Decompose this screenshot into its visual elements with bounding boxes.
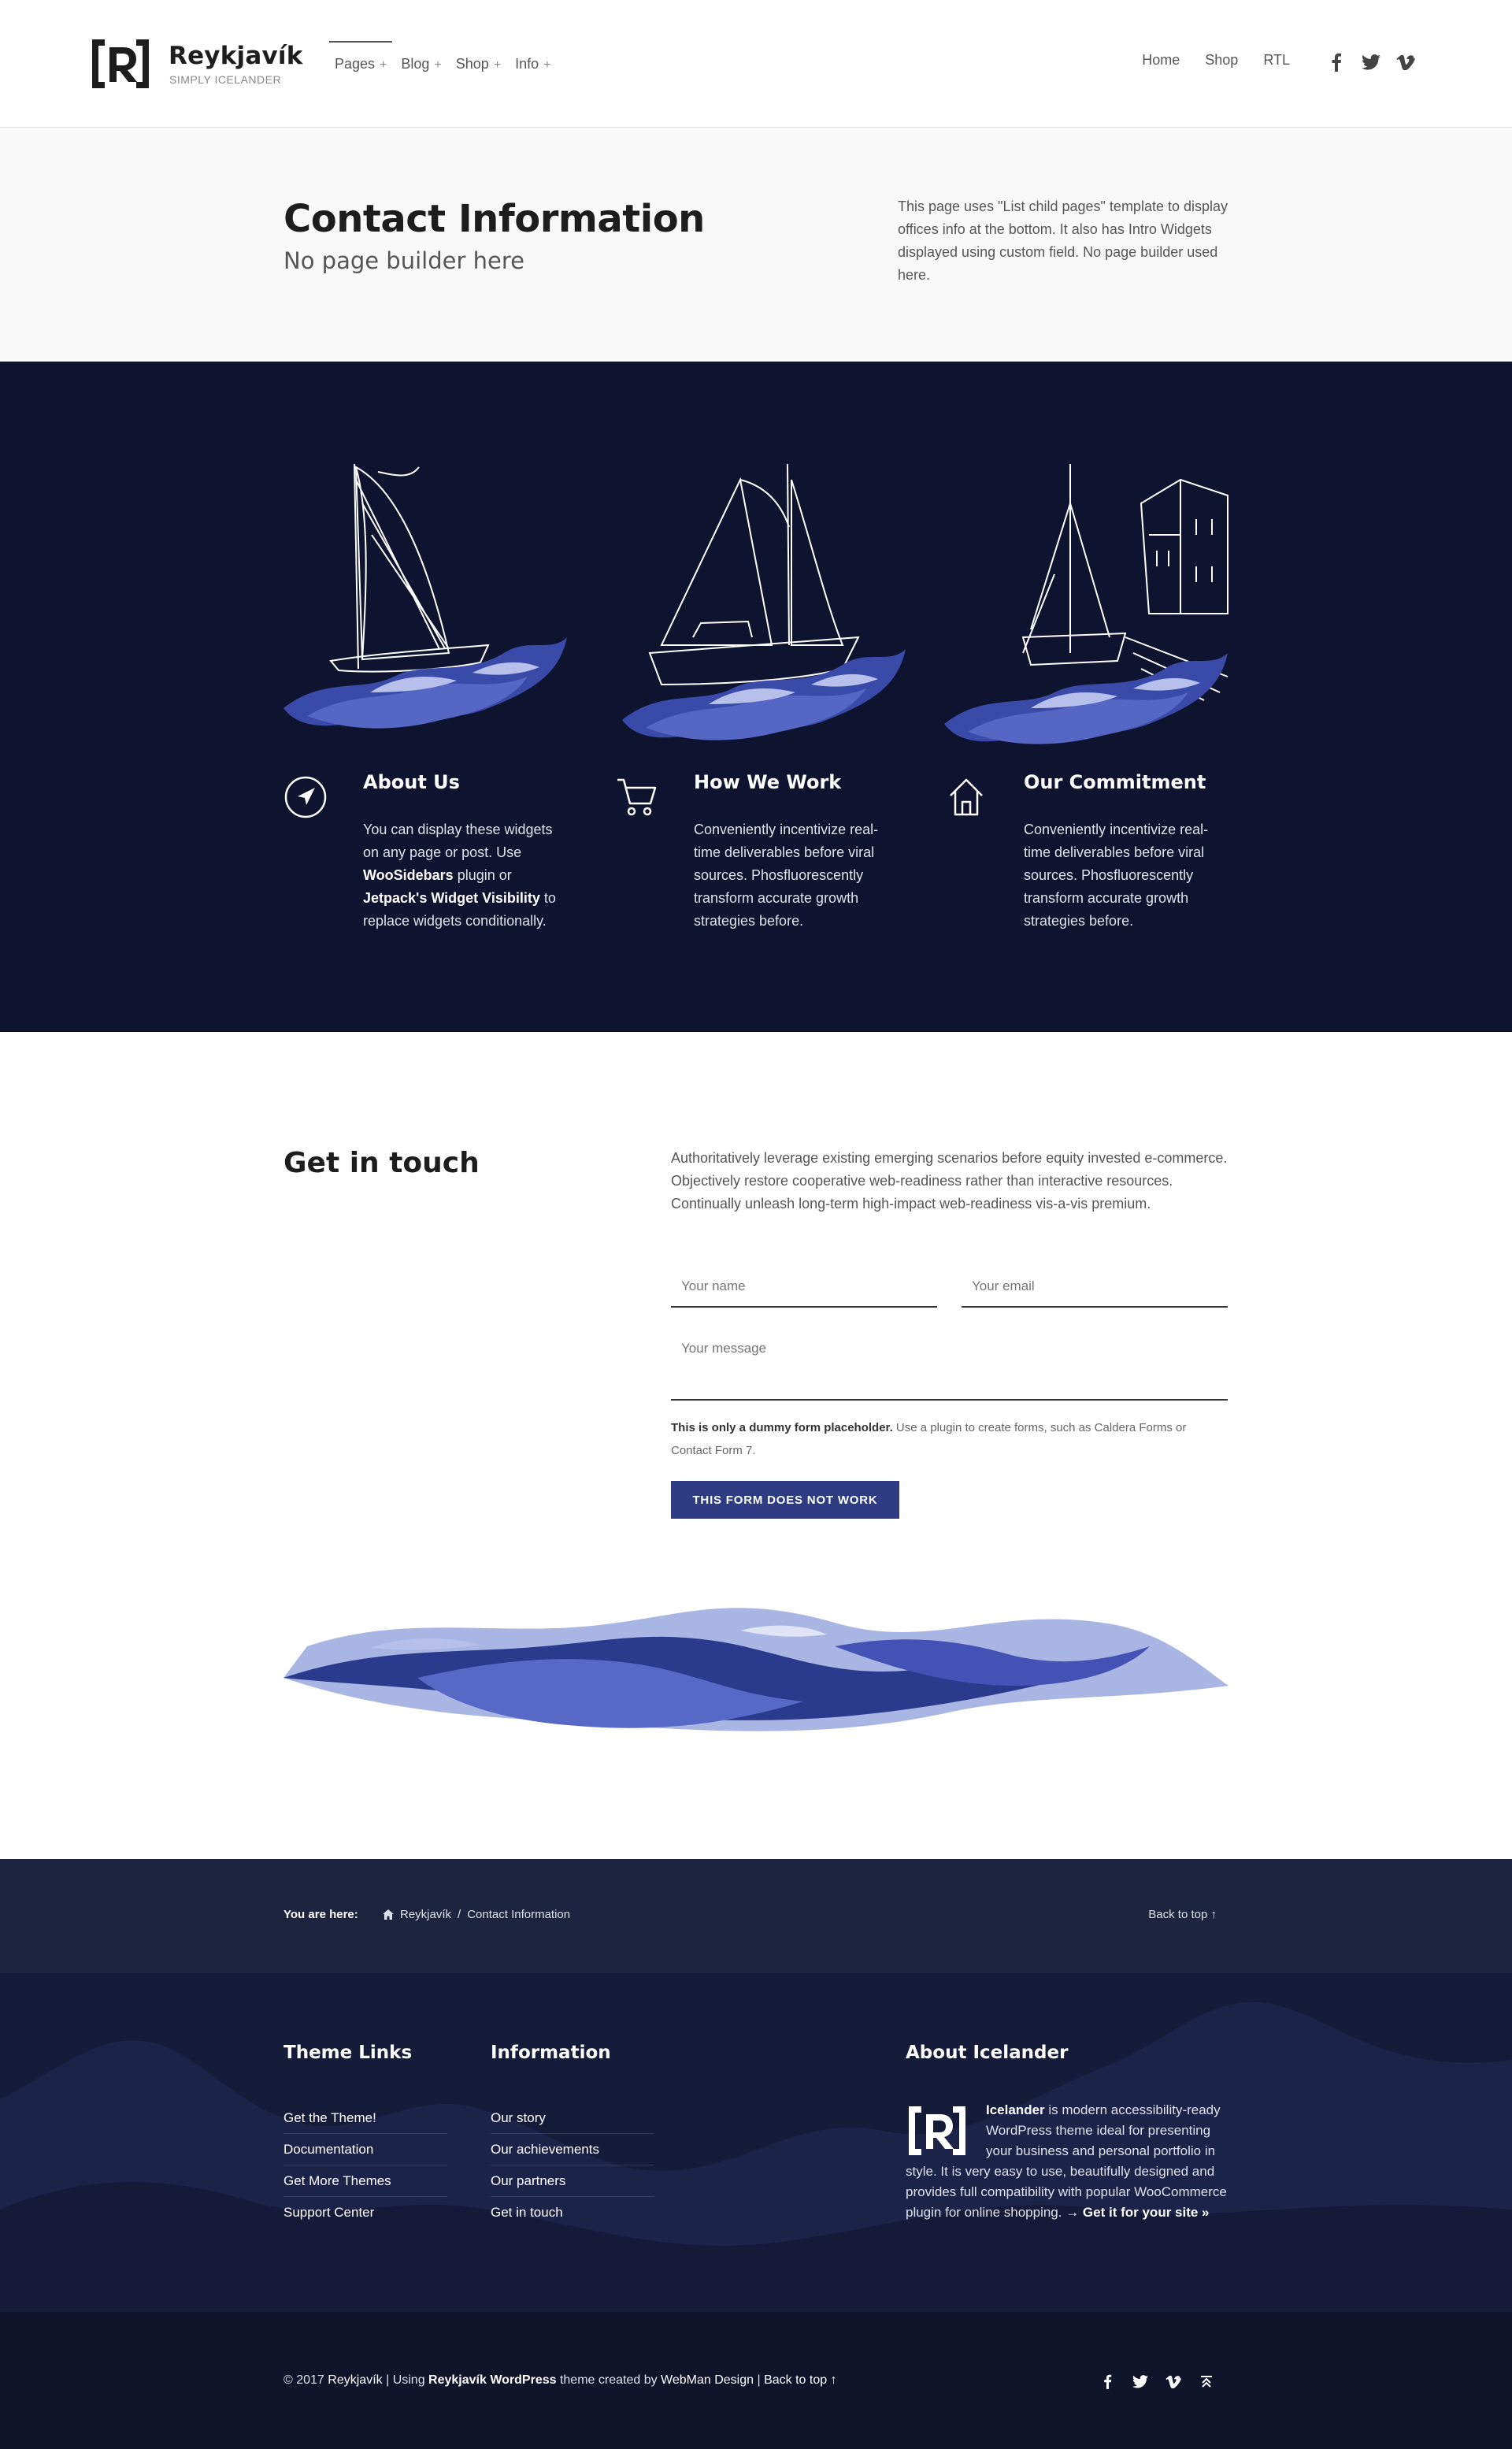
message-field[interactable] (671, 1330, 1228, 1401)
woosidebars-link[interactable]: WooSidebars (363, 867, 454, 883)
feature-text: You can display these widgets on any pag… (363, 822, 556, 929)
contact-section: Get in touch Authoritatively leverage ex… (0, 1032, 1512, 1859)
nav-label: Blog (401, 56, 430, 72)
nav-label: Info (515, 56, 539, 72)
header-social-links (1325, 50, 1418, 74)
copyright-text: © 2017 Reykjavík | Using Reykjavík WordP… (284, 2373, 837, 2387)
site-link[interactable]: Reykjavík (328, 2373, 382, 2387)
footer-link[interactable]: Get in touch (491, 2205, 563, 2220)
footer-link[interactable]: Our partners (491, 2173, 565, 2188)
feature-text: Conveniently incentivize real-time deliv… (1024, 822, 1209, 929)
nav-item-shop[interactable]: Shop + (450, 41, 506, 87)
breadcrumb-current: Contact Information (467, 1908, 571, 1921)
contact-lead: Authoritatively leverage existing emergi… (671, 1150, 1228, 1212)
footer-link[interactable]: Get the Theme! (284, 2110, 376, 2125)
primary-nav: Pages + Blog + Shop + Info + (329, 41, 560, 87)
harbor-illustration (944, 464, 1228, 744)
theme-link[interactable]: Reykjavík WordPress (428, 2373, 556, 2387)
facebook-icon[interactable] (1096, 2370, 1118, 2392)
secondary-nav-shop[interactable]: Shop (1205, 52, 1238, 69)
feature-title: Our Commitment (1024, 771, 1206, 793)
site-title[interactable]: Reykjavík (169, 42, 303, 70)
feature-title: How We Work (694, 771, 842, 793)
footer-link[interactable]: Our story (491, 2110, 546, 2125)
footer-link[interactable]: Our achievements (491, 2142, 599, 2157)
facebook-icon[interactable] (1325, 50, 1348, 74)
footer-heading: About Icelander (906, 2043, 1069, 2063)
breadcrumb: Reykjavík / Contact Information (383, 1908, 570, 1921)
page-title: Contact Information (284, 197, 705, 241)
sailboat-illustration (284, 463, 567, 729)
shopping-cart-icon (617, 778, 657, 816)
site-header: Reykjavík SIMPLY ICELANDER Pages + Blog + … (0, 0, 1512, 128)
footer-link[interactable]: Support Center (284, 2205, 374, 2220)
breadcrumb-home[interactable]: Reykjavík (400, 1908, 451, 1921)
expand-icon: + (493, 58, 502, 72)
jetpack-widget-visibility-link[interactable]: Jetpack's Widget Visibility (363, 890, 540, 906)
feature-title: About Us (363, 771, 460, 793)
page-subtitle: No page builder here (284, 247, 524, 274)
nav-label: Pages (335, 56, 376, 72)
secondary-nav-home[interactable]: Home (1142, 52, 1180, 69)
get-theme-link[interactable]: → Get it for your site » (1065, 2205, 1209, 2220)
form-note: This is only a dummy form placeholder. U… (671, 1421, 1187, 1457)
intro-description: This page uses "List child pages" templa… (898, 199, 1228, 283)
nav-item-info[interactable]: Info + (510, 41, 556, 87)
home-icon (950, 778, 983, 816)
footer-heading: Theme Links (284, 2043, 413, 2063)
logo-icon (909, 2106, 965, 2155)
name-field[interactable] (671, 1267, 937, 1308)
twitter-icon[interactable] (1129, 2370, 1151, 2392)
back-to-top-link[interactable]: Back to top ↑ (764, 2373, 837, 2387)
submit-button[interactable]: THIS FORM DOES NOT WORK (671, 1481, 899, 1519)
twitter-icon[interactable] (1359, 50, 1383, 74)
footer-heading: Information (491, 2043, 611, 2063)
intro-section: Contact Information No page builder here… (0, 128, 1512, 362)
home-icon (383, 1909, 394, 1920)
footer-theme-links: Theme Links Get the Theme! Documentation… (284, 2043, 447, 2228)
expand-icon: + (434, 58, 442, 72)
vimeo-icon[interactable] (1394, 50, 1418, 74)
feature-text: Conveniently incentivize real-time deliv… (694, 822, 879, 929)
expand-icon: + (543, 58, 551, 72)
sailboat-illustration (622, 463, 906, 740)
footer-link[interactable]: Get More Themes (284, 2173, 391, 2188)
expand-icon: + (380, 58, 387, 72)
mountains-background (0, 2002, 1512, 2312)
compass-arrow-icon (284, 776, 327, 818)
site-tagline: SIMPLY ICELANDER (169, 73, 282, 86)
email-field[interactable] (962, 1267, 1228, 1308)
nav-label: Shop (455, 56, 489, 72)
footer-about: About Icelander (906, 2043, 1068, 2063)
site-footer: Theme Links Get the Theme! Documentation… (0, 1973, 1512, 2312)
back-to-top-icon[interactable] (1195, 2370, 1217, 2392)
vimeo-icon[interactable] (1162, 2370, 1184, 2392)
secondary-nav-rtl[interactable]: RTL (1263, 52, 1290, 69)
footer-social-links (1096, 2370, 1217, 2392)
intro-widgets-section: About Us You can display these widgets o… (0, 362, 1512, 1032)
waves-illustration (284, 1608, 1228, 1731)
breadcrumbs-label: You are here: (284, 1908, 358, 1921)
footer-link[interactable]: Documentation (284, 2142, 373, 2157)
breadcrumbs-bar: You are here: Reykjavík / Contact Inform… (0, 1859, 1512, 1973)
back-to-top-link[interactable]: Back to top ↑ (1148, 1908, 1217, 1921)
author-link[interactable]: WebMan Design (661, 2373, 754, 2387)
footer-about-text: Icelander is modern accessibility-ready … (906, 2102, 1227, 2220)
footer-bottom-bar: © 2017 Reykjavík | Using Reykjavík WordP… (0, 2312, 1512, 2449)
breadcrumb-separator: / (458, 1908, 461, 1921)
secondary-nav: Home Shop RTL (1117, 52, 1290, 69)
logo-icon (92, 39, 149, 88)
footer-information: Information Our story Our achievements O… (491, 2043, 654, 2228)
contact-title: Get in touch (284, 1147, 480, 1179)
nav-item-blog[interactable]: Blog + (395, 41, 447, 87)
nav-item-pages[interactable]: Pages + (329, 41, 393, 87)
